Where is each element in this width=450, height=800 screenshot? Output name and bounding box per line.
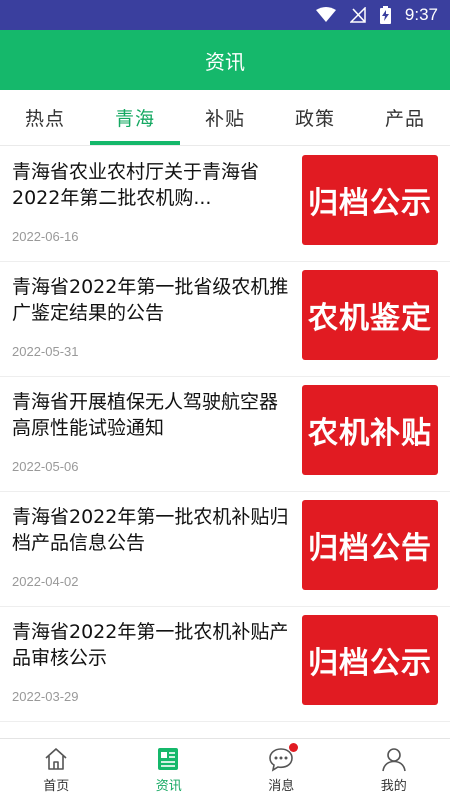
message-icon [267, 743, 299, 773]
tab-label: 青海 [114, 108, 155, 130]
news-item[interactable]: 青海省2022年第一批农机补贴归档产品信息公告 2022-04-02 归档公告 [0, 492, 450, 607]
thumbnail-text: 归档公示 [308, 186, 432, 221]
nav-label: 首页 [43, 779, 70, 794]
tab-label: 政策 [294, 108, 335, 130]
nav-profile[interactable]: 我的 [338, 739, 450, 800]
news-item[interactable]: 青海省开展植保无人驾驶航空器高原性能试验通知 2022-05-06 农机补贴 [0, 377, 450, 492]
tab-label: 产品 [384, 108, 425, 130]
nav-label: 我的 [380, 779, 407, 794]
news-title: 青海省开展植保无人驾驶航空器高原性能试验通知 [12, 391, 279, 439]
news-item[interactable]: 青海省2022年第一批省级农机推广鉴定结果的公告 2022-05-31 农机鉴定 [0, 262, 450, 377]
battery-charging-icon [379, 6, 391, 24]
category-tabs: 热点 青海 补贴 政策 产品 [0, 90, 450, 146]
nav-label: 资讯 [155, 779, 182, 794]
nav-label: 消息 [268, 779, 295, 794]
nav-news[interactable]: 资讯 [113, 739, 226, 800]
app-header: 资讯 [0, 30, 450, 90]
tab-label: 补贴 [204, 108, 245, 130]
wifi-icon [315, 7, 336, 23]
tab-product[interactable]: 产品 [360, 90, 450, 145]
news-title: 青海省2022年第一批农机补贴归档产品信息公告 [12, 506, 289, 554]
tab-qinghai[interactable]: 青海 [90, 90, 180, 145]
news-thumbnail: 归档公告 [302, 500, 438, 590]
news-item[interactable]: 青海省2022年第一批农机补贴产品审核公示 2022-03-29 归档公示 [0, 607, 450, 722]
thumbnail-text: 归档公告 [308, 531, 432, 566]
tab-hotspot[interactable]: 热点 [0, 90, 90, 145]
news-date: 2022-03-29 [12, 689, 79, 704]
thumbnail-text: 农机鉴定 [308, 301, 432, 336]
status-bar: 9:37 [0, 0, 450, 30]
news-item[interactable]: 青海省农业农村厅关于青海省2022年第二批农机购... 2022-06-16 归… [0, 147, 450, 262]
news-thumbnail: 农机鉴定 [302, 270, 438, 360]
status-time: 9:37 [404, 5, 438, 24]
news-date: 2022-05-31 [12, 344, 79, 359]
unread-badge [289, 743, 299, 752]
thumbnail-text: 归档公示 [308, 646, 432, 681]
nav-messages[interactable]: 消息 [225, 739, 338, 800]
tab-subsidy[interactable]: 补贴 [180, 90, 270, 145]
profile-icon [380, 745, 408, 773]
news-date: 2022-05-06 [12, 459, 79, 474]
news-title: 青海省2022年第一批农机补贴产品审核公示 [12, 621, 289, 669]
home-icon [42, 745, 70, 773]
news-title: 青海省2022年第一批省级农机推广鉴定结果的公告 [12, 276, 289, 324]
news-icon [155, 745, 183, 773]
nav-home[interactable]: 首页 [0, 739, 113, 800]
news-list: 青海省农业农村厅关于青海省2022年第二批农机购... 2022-06-16 归… [0, 147, 450, 737]
news-thumbnail: 农机补贴 [302, 385, 438, 475]
news-date: 2022-06-16 [12, 229, 79, 244]
tab-policy[interactable]: 政策 [270, 90, 360, 145]
signal-off-icon [349, 7, 366, 23]
tab-label: 热点 [24, 108, 65, 130]
news-title: 青海省农业农村厅关于青海省2022年第二批农机购... [12, 161, 260, 209]
page-title: 资讯 [205, 49, 245, 74]
news-thumbnail: 归档公示 [302, 615, 438, 705]
bottom-navigation: 首页 资讯 消息 我的 [0, 738, 450, 800]
news-date: 2022-04-02 [12, 574, 79, 589]
thumbnail-text: 农机补贴 [308, 416, 432, 451]
news-thumbnail: 归档公示 [302, 155, 438, 245]
